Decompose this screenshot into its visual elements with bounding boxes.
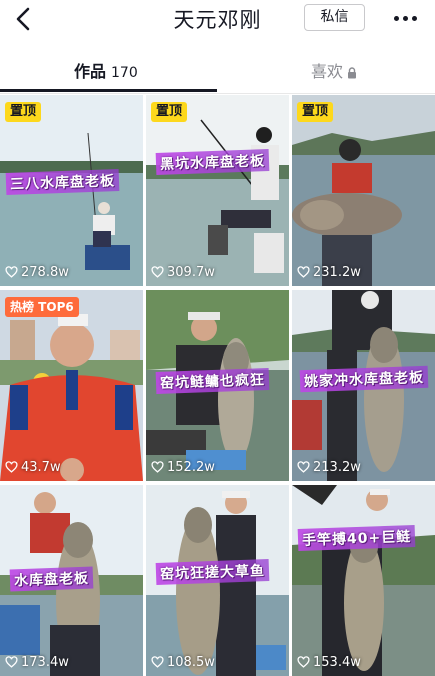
active-tab-underline [0, 89, 217, 92]
heart-icon [297, 461, 310, 473]
like-count-value: 152.2w [167, 460, 215, 475]
video-thumbnail [146, 95, 289, 286]
lock-icon [348, 66, 357, 78]
like-count-value: 278.8w [21, 265, 69, 280]
video-thumbnail [292, 485, 435, 676]
works-count: 170 [111, 65, 138, 81]
hot-list-badge: 热榜 TOP6 [5, 297, 79, 317]
pinned-badge: 置顶 [297, 102, 334, 122]
video-caption: 窑坑鲢鳙也疯狂 [155, 368, 270, 394]
like-count: 152.2w [151, 460, 215, 475]
like-count-value: 173.4w [21, 655, 69, 670]
like-count: 278.8w [5, 265, 69, 280]
like-count-value: 231.2w [313, 265, 361, 280]
message-button[interactable]: 私信 [304, 4, 365, 31]
video-tile[interactable]: 置顶 黑坑水库盘老板 309.7w [146, 95, 289, 286]
video-tile[interactable]: 手竿搏40+巨鲢 153.4w [292, 485, 435, 676]
video-caption: 手竿搏40+巨鲢 [297, 524, 416, 552]
top-bar: 天元邓刚 私信 [0, 0, 435, 38]
video-caption: 黑坑水库盘老板 [155, 149, 270, 175]
pinned-badge: 置顶 [5, 102, 42, 122]
heart-icon [297, 266, 310, 278]
tab-likes[interactable]: 喜欢 [311, 58, 357, 82]
video-tile[interactable]: 置顶 三八水库盘老板 278.8w [0, 95, 143, 286]
like-count: 213.2w [297, 460, 361, 475]
video-tile[interactable]: 水库盘老板 173.4w [0, 485, 143, 676]
video-tile[interactable]: 热榜 TOP6 43.7w [0, 290, 143, 481]
like-count: 173.4w [5, 655, 69, 670]
heart-icon [151, 656, 164, 668]
video-tile[interactable]: 置顶 231.2w [292, 95, 435, 286]
video-caption: 三八水库盘老板 [5, 169, 120, 195]
pinned-badge: 置顶 [151, 102, 188, 122]
tab-works[interactable]: 作品 170 [74, 58, 138, 82]
more-dots-icon[interactable] [392, 11, 420, 25]
like-count-value: 309.7w [167, 265, 215, 280]
video-tile[interactable]: 窑坑狂搓大草鱼 108.5w [146, 485, 289, 676]
like-count: 43.7w [5, 460, 61, 475]
like-count-value: 153.4w [313, 655, 361, 670]
heart-icon [5, 266, 18, 278]
profile-title: 天元邓刚 [173, 8, 262, 32]
like-count: 108.5w [151, 655, 215, 670]
heart-icon [297, 656, 310, 668]
like-count-value: 213.2w [313, 460, 361, 475]
heart-icon [151, 266, 164, 278]
video-caption: 姚家冲水库盘老板 [299, 365, 429, 393]
heart-icon [5, 656, 18, 668]
like-count-value: 43.7w [21, 460, 61, 475]
heart-icon [5, 461, 18, 473]
video-tile[interactable]: 窑坑鲢鳙也疯狂 152.2w [146, 290, 289, 481]
like-count-value: 108.5w [167, 655, 215, 670]
video-thumbnail [292, 95, 435, 286]
video-tile[interactable]: 姚家冲水库盘老板 213.2w [292, 290, 435, 481]
tab-likes-label: 喜欢 [311, 62, 344, 81]
heart-icon [151, 461, 164, 473]
video-thumbnail [0, 290, 143, 481]
video-grid: 置顶 三八水库盘老板 278.8w 置顶 黑坑水库盘老板 309.7w 置顶 2… [0, 95, 435, 676]
tab-works-label: 作品 [74, 62, 107, 81]
profile-tabs: 作品 170 喜欢 [0, 46, 435, 94]
video-caption: 水库盘老板 [9, 566, 94, 592]
like-count: 231.2w [297, 265, 361, 280]
like-count: 309.7w [151, 265, 215, 280]
like-count: 153.4w [297, 655, 361, 670]
video-caption: 窑坑狂搓大草鱼 [155, 559, 270, 585]
